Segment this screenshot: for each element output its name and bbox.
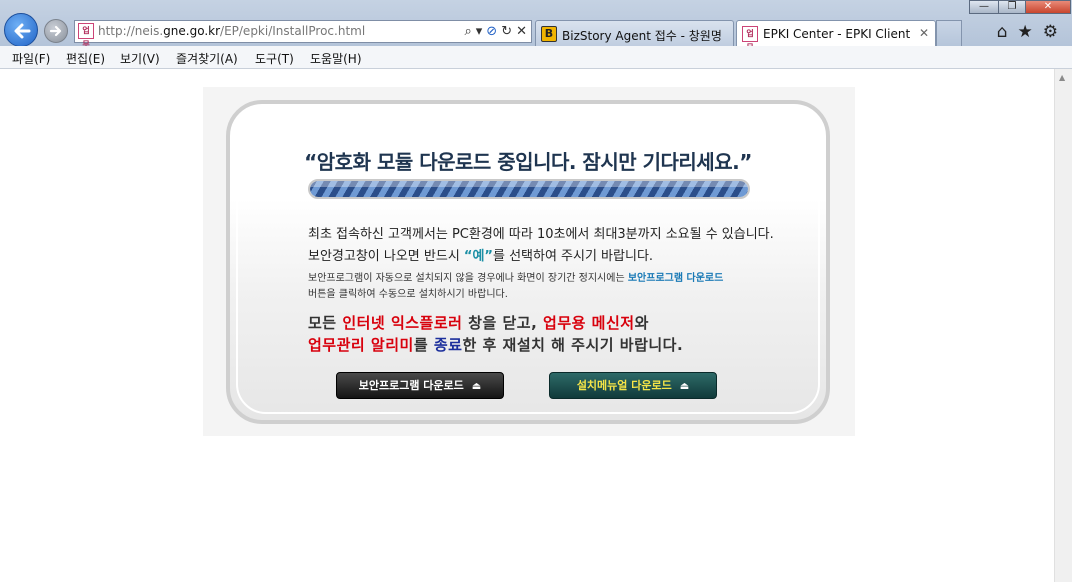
back-button[interactable] xyxy=(4,13,38,47)
notice-line-1: 최초 접속하신 고객께서는 PC환경에 따라 10초에서 최대3분까지 소요될 … xyxy=(308,227,774,242)
close-window-button[interactable]: ✕ xyxy=(1025,0,1071,14)
tab-title: EPKI Center - EPKI Client T... xyxy=(763,27,913,41)
close-tab-icon[interactable]: ✕ xyxy=(919,26,929,40)
warning-segment: 종료 xyxy=(433,336,463,354)
menu-view[interactable]: 보기(V) xyxy=(120,50,160,67)
menu-bar: 파일(F) 편집(E) 보기(V) 즐겨찾기(A) 도구(T) 도움말(H) xyxy=(0,46,1072,69)
tab-bizstory[interactable]: B BizStory Agent 접수 - 창원명... xyxy=(535,20,734,46)
search-icon[interactable]: ⌕ xyxy=(464,23,471,40)
download-icon: ⏏ xyxy=(679,381,690,392)
menu-edit[interactable]: 편집(E) xyxy=(66,50,105,67)
notice-line-2: 보안경고창이 나오면 반드시 “예”를 선택하여 주시기 바랍니다. xyxy=(308,245,653,264)
notice-line-2-end: 를 선택하여 주시기 바랍니다. xyxy=(492,249,654,264)
notice-line-2-start: 보안경고창이 나오면 반드시 xyxy=(308,249,464,264)
url-text[interactable]: http://neis.gne.go.kr/EP/epki/InstallPro… xyxy=(98,24,365,38)
warning-segment: 한 후 재설치 해 주시기 바랍니다. xyxy=(462,336,684,354)
tab-title: BizStory Agent 접수 - 창원명... xyxy=(562,29,722,43)
warning-segment: 창을 닫고, xyxy=(462,314,544,332)
home-icon[interactable]: ⌂ xyxy=(997,22,1008,42)
forward-button[interactable] xyxy=(44,19,68,43)
menu-file[interactable]: 파일(F) xyxy=(12,50,50,67)
page-title: “암호화 모듈 다운로드 중입니다. 잠시만 기다리세요.” xyxy=(304,150,752,174)
menu-help[interactable]: 도움말(H) xyxy=(310,50,362,67)
url-prefix: http://neis. xyxy=(98,24,164,38)
security-program-download-button[interactable]: 보안프로그램 다운로드 ⏏ xyxy=(336,372,504,399)
install-manual-download-button[interactable]: 설치메뉴얼 다운로드 ⏏ xyxy=(549,372,717,399)
dropdown-icon[interactable]: ▾ xyxy=(476,23,483,40)
progress-fill xyxy=(310,181,748,197)
button-label: 보안프로그램 다운로드 xyxy=(358,379,464,392)
refresh-icon[interactable]: ↻ xyxy=(501,23,512,40)
url-path: /EP/epki/InstallProc.html xyxy=(220,24,366,38)
toolbar-icons: ⌂ ★ ⚙ xyxy=(997,22,1058,42)
favorites-icon[interactable]: ★ xyxy=(1018,22,1033,42)
manual-install-note-text: 보안프로그램이 자동으로 설치되지 않을 경우에나 화면이 장기간 정지시에는 xyxy=(308,273,628,284)
vertical-scrollbar[interactable]: ▲ xyxy=(1054,69,1072,582)
address-tools: ⌕ ▾ ⊘ ↻ ✕ xyxy=(464,23,527,40)
button-label: 설치메뉴얼 다운로드 xyxy=(576,379,672,392)
bizstory-icon: B xyxy=(541,26,557,42)
warning-segment: 업무용 메신저 xyxy=(543,314,635,332)
warning-segment: 업무관리 알리미 xyxy=(308,336,414,354)
warning-line-1: 모든 인터넷 익스플로러 창을 닫고, 업무용 메신저와 xyxy=(308,312,649,333)
scroll-up-icon[interactable]: ▲ xyxy=(1059,73,1065,82)
url-domain: gne.go.kr xyxy=(163,24,221,38)
page-viewport: “암호화 모듈 다운로드 중입니다. 잠시만 기다리세요.” 최초 접속하신 고… xyxy=(0,69,1054,582)
security-download-link[interactable]: 보안프로그램 다운로드 xyxy=(628,273,723,284)
maximize-button[interactable]: ❐ xyxy=(998,0,1026,14)
menu-tools[interactable]: 도구(T) xyxy=(255,50,294,67)
arrow-right-icon xyxy=(49,25,62,37)
site-favicon-icon: 업무 xyxy=(78,23,94,49)
minimize-button[interactable]: — xyxy=(969,0,999,14)
arrow-left-icon xyxy=(14,23,31,39)
download-progress-bar xyxy=(308,179,750,199)
manual-install-note-1: 보안프로그램이 자동으로 설치되지 않을 경우에나 화면이 장기간 정지시에는 … xyxy=(308,269,723,284)
menu-favorites[interactable]: 즐겨찾기(A) xyxy=(176,50,238,67)
site-favicon-icon: 업무 xyxy=(742,26,758,52)
download-icon: ⏏ xyxy=(471,381,482,392)
manual-install-note-2: 버튼을 클릭하여 수동으로 설치하시기 바랍니다. xyxy=(308,289,508,300)
warning-segment: 를 xyxy=(413,336,434,354)
warning-segment: 인터넷 익스플로러 xyxy=(342,314,463,332)
yes-highlight: “예” xyxy=(463,249,493,264)
gear-icon[interactable]: ⚙ xyxy=(1043,22,1058,42)
warning-line-2: 업무관리 알리미를 종료한 후 재설치 해 주시기 바랍니다. xyxy=(308,334,683,355)
compat-view-icon[interactable]: ⊘ xyxy=(486,23,497,40)
stop-icon[interactable]: ✕ xyxy=(516,23,527,40)
warning-segment: 와 xyxy=(634,314,649,332)
browser-chrome: 업무 http://neis.gne.go.kr/EP/epki/Install… xyxy=(0,0,1072,52)
warning-segment: 모든 xyxy=(308,314,343,332)
new-tab-button[interactable] xyxy=(936,20,962,46)
address-bar[interactable]: 업무 http://neis.gne.go.kr/EP/epki/Install… xyxy=(74,20,532,49)
install-panel: “암호화 모듈 다운로드 중입니다. 잠시만 기다리세요.” 최초 접속하신 고… xyxy=(226,100,830,424)
tab-epki-center[interactable]: 업무 EPKI Center - EPKI Client T... ✕ xyxy=(736,20,936,52)
